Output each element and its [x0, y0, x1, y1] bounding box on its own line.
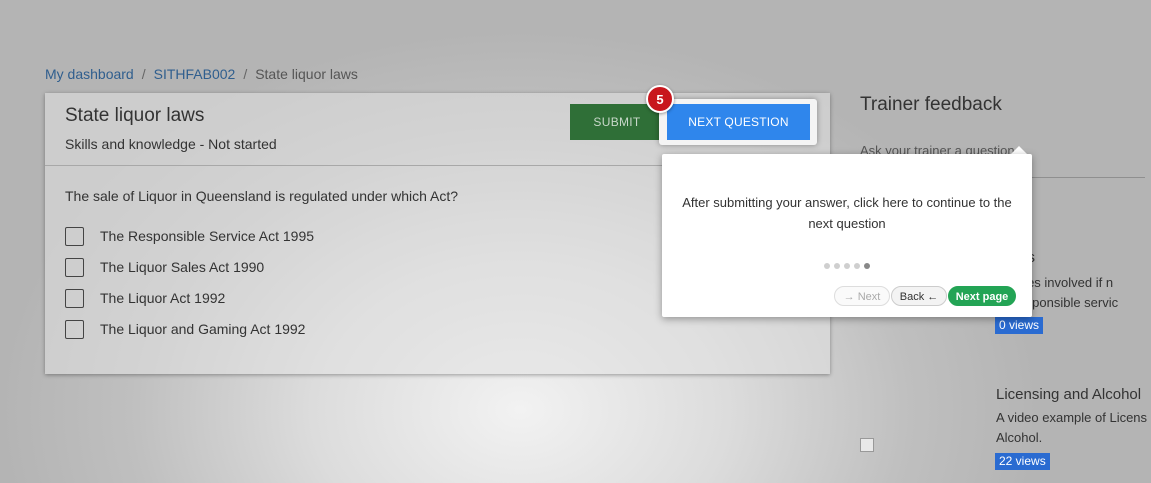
resource-description: A video example of Licens Alcohol.: [996, 408, 1147, 448]
tour-tooltip: After submitting your answer, click here…: [662, 154, 1032, 317]
trainer-feedback-title: Trainer feedback: [860, 94, 1002, 115]
tour-dot[interactable]: [824, 263, 830, 269]
tour-back-button[interactable]: Back ←: [891, 286, 947, 306]
resource-description-line: A video example of Licens: [996, 410, 1148, 425]
answer-checkbox[interactable]: [65, 320, 84, 339]
answer-checkbox[interactable]: [65, 227, 84, 246]
tour-progress-dots: [824, 263, 874, 271]
broken-image-icon: [860, 438, 874, 452]
tour-dot-active[interactable]: [864, 263, 870, 269]
question-text: The sale of Liquor in Queensland is regu…: [65, 188, 459, 204]
breadcrumb-unit-link[interactable]: SITHFAB002: [154, 66, 236, 82]
breadcrumb-current: State liquor laws: [255, 66, 358, 82]
breadcrumb-separator: /: [243, 66, 248, 82]
page-title: State liquor laws: [65, 105, 205, 126]
breadcrumb-dashboard-link[interactable]: My dashboard: [45, 66, 134, 82]
next-question-button[interactable]: NEXT QUESTION: [667, 104, 810, 140]
views-badge: 22 views: [995, 453, 1050, 470]
answer-label: The Liquor Act 1992: [100, 290, 226, 306]
tour-next-page-button[interactable]: Next page: [948, 286, 1016, 306]
tour-step-badge: 5: [646, 85, 674, 113]
tooltip-text: After submitting your answer, click here…: [682, 195, 1012, 231]
tour-dot[interactable]: [834, 263, 840, 269]
tour-next-button[interactable]: → Next: [834, 286, 890, 306]
resource-title[interactable]: Licensing and Alcohol: [996, 386, 1141, 403]
status-subtitle: Skills and knowledge - Not started: [65, 136, 277, 152]
answer-label: The Liquor Sales Act 1990: [100, 259, 265, 275]
resource-description-line: Alcohol.: [996, 430, 1043, 445]
answer-label: The Responsible Service Act 1995: [100, 228, 315, 244]
answer-checkbox[interactable]: [65, 289, 84, 308]
breadcrumb: My dashboard / SITHFAB002 / State liquor law…: [45, 66, 358, 82]
views-badge: 0 views: [995, 317, 1044, 334]
breadcrumb-separator: /: [141, 66, 146, 82]
answer-label: The Liquor and Gaming Act 1992: [100, 321, 306, 337]
tour-dot[interactable]: [854, 263, 860, 269]
tour-dot[interactable]: [844, 263, 850, 269]
tooltip-arrow: [1011, 146, 1027, 154]
answer-checkbox[interactable]: [65, 258, 84, 277]
